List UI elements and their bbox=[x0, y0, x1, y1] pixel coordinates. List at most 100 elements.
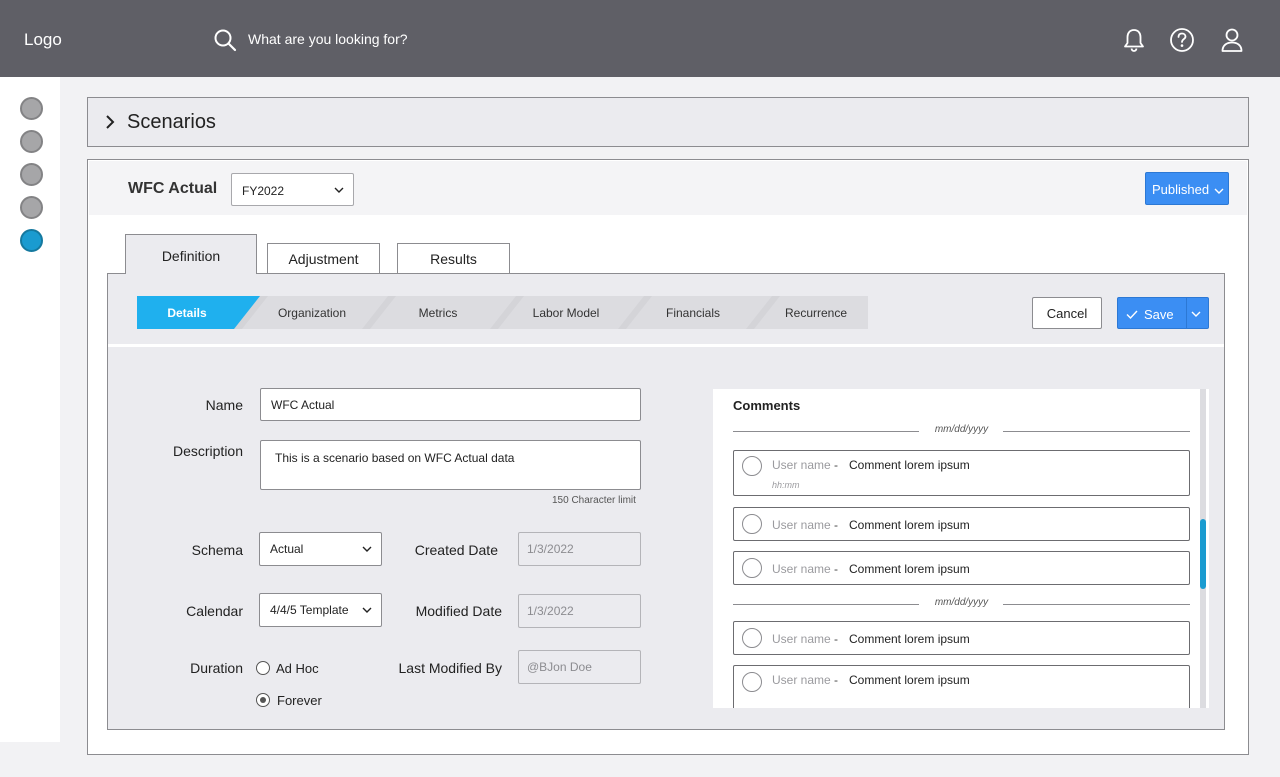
comment-dash: - bbox=[834, 562, 838, 576]
tab-results[interactable]: Results bbox=[397, 243, 510, 274]
created-date-label: Created Date bbox=[414, 542, 498, 558]
radio-forever-label: Forever bbox=[277, 693, 322, 708]
name-label: Name bbox=[205, 397, 243, 413]
comment-user: User name bbox=[772, 518, 831, 532]
step-financials[interactable]: Financials bbox=[633, 306, 753, 320]
sidebar bbox=[0, 77, 60, 742]
sidebar-nav-item-2[interactable] bbox=[20, 130, 43, 153]
comment-item[interactable]: User name - Comment lorem ipsum bbox=[733, 507, 1190, 541]
comment-text: Comment lorem ipsum bbox=[849, 562, 970, 576]
modified-date-field: 1/3/2022 bbox=[518, 594, 641, 628]
comments-panel: Comments mm/dd/yyyy User name - Comment … bbox=[713, 389, 1209, 708]
year-select[interactable]: FY2022 bbox=[231, 173, 354, 206]
comment-dash: - bbox=[834, 632, 838, 646]
chevron-right-icon bbox=[106, 115, 115, 129]
step-organization[interactable]: Organization bbox=[252, 306, 372, 320]
tab-definition[interactable]: Definition bbox=[125, 234, 257, 274]
avatar bbox=[742, 456, 762, 476]
radio-ad-hoc[interactable] bbox=[256, 661, 270, 675]
logo[interactable]: Logo bbox=[24, 30, 62, 50]
scenarios-accordion[interactable]: Scenarios bbox=[87, 97, 1249, 147]
comment-time: hh:mm bbox=[772, 480, 800, 490]
avatar bbox=[742, 672, 762, 692]
description-value: This is a scenario based on WFC Actual d… bbox=[275, 451, 515, 465]
save-divider bbox=[1186, 298, 1187, 328]
comment-user: User name bbox=[772, 562, 831, 576]
comment-user: User name bbox=[772, 673, 831, 687]
schema-select[interactable]: Actual bbox=[259, 532, 382, 566]
schema-value: Actual bbox=[270, 542, 304, 556]
step-labor-model[interactable]: Labor Model bbox=[506, 306, 626, 320]
comments-title: Comments bbox=[733, 398, 801, 413]
calendar-label: Calendar bbox=[186, 603, 243, 619]
save-button[interactable]: Save bbox=[1117, 297, 1209, 329]
name-value: WFC Actual bbox=[271, 398, 335, 412]
scenario-panel: WFC Actual FY2022 Published Definition A… bbox=[87, 159, 1249, 755]
chevron-down-icon[interactable] bbox=[1191, 311, 1201, 318]
comment-item[interactable]: User name - Comment lorem ipsum bbox=[733, 621, 1190, 655]
save-label: Save bbox=[1144, 307, 1174, 322]
sidebar-nav-item-5[interactable] bbox=[20, 229, 43, 252]
chevron-down-icon bbox=[334, 187, 344, 193]
name-input[interactable]: WFC Actual bbox=[260, 388, 641, 421]
bell-icon[interactable] bbox=[1121, 26, 1147, 54]
divider bbox=[108, 344, 1224, 347]
comment-user: User name bbox=[772, 458, 831, 472]
description-label: Description bbox=[172, 443, 243, 459]
step-details[interactable]: Details bbox=[137, 306, 237, 320]
comment-item[interactable]: User name - Comment lorem ipsum bbox=[733, 665, 1190, 708]
check-icon bbox=[1126, 310, 1138, 319]
top-bar: Logo What are you looking for? bbox=[0, 0, 1280, 77]
calendar-value: 4/4/5 Template bbox=[270, 603, 349, 617]
calendar-select[interactable]: 4/4/5 Template bbox=[259, 593, 382, 627]
search-icon[interactable] bbox=[213, 28, 237, 52]
comment-text: Comment lorem ipsum bbox=[849, 458, 970, 472]
avatar bbox=[742, 514, 762, 534]
comment-dash: - bbox=[834, 673, 838, 687]
comment-item[interactable]: User name - Comment lorem ipsum bbox=[733, 551, 1190, 585]
step-metrics[interactable]: Metrics bbox=[378, 306, 498, 320]
help-icon[interactable] bbox=[1169, 26, 1195, 54]
comment-text: Comment lorem ipsum bbox=[849, 632, 970, 646]
tab-adjustment[interactable]: Adjustment bbox=[267, 243, 380, 274]
modified-date-label: Modified Date bbox=[415, 603, 502, 619]
comment-text: Comment lorem ipsum bbox=[849, 673, 970, 687]
comments-scrollbar-thumb[interactable] bbox=[1200, 519, 1206, 589]
status-label: Published bbox=[1152, 182, 1210, 197]
char-limit: 150 Character limit bbox=[552, 495, 636, 506]
duration-label: Duration bbox=[190, 660, 243, 676]
avatar bbox=[742, 628, 762, 648]
sidebar-nav-item-4[interactable] bbox=[20, 196, 43, 219]
status-dropdown[interactable]: Published bbox=[1145, 172, 1229, 205]
description-textarea[interactable]: This is a scenario based on WFC Actual d… bbox=[260, 440, 641, 490]
chevron-down-icon bbox=[1214, 188, 1224, 194]
step-recurrence[interactable]: Recurrence bbox=[756, 306, 876, 320]
cancel-button[interactable]: Cancel bbox=[1032, 297, 1102, 329]
year-select-value: FY2022 bbox=[242, 184, 285, 198]
comment-dash: - bbox=[834, 518, 838, 532]
sidebar-nav-item-1[interactable] bbox=[20, 97, 43, 120]
comment-text: Comment lorem ipsum bbox=[849, 518, 970, 532]
radio-forever[interactable] bbox=[256, 693, 270, 707]
panel-header: WFC Actual FY2022 Published bbox=[89, 161, 1247, 215]
comment-item[interactable]: User name - Comment lorem ipsum hh:mm bbox=[733, 450, 1190, 496]
page-title: WFC Actual bbox=[128, 180, 218, 197]
last-modified-by-field: @BJon Doe bbox=[518, 650, 641, 684]
comment-user: User name bbox=[772, 632, 831, 646]
user-icon[interactable] bbox=[1219, 26, 1245, 54]
radio-ad-hoc-label: Ad Hoc bbox=[276, 661, 319, 676]
definition-tab-content: Details Organization Metrics Labor Model… bbox=[107, 273, 1225, 730]
search-input[interactable]: What are you looking for? bbox=[248, 31, 408, 47]
modified-date-value: 1/3/2022 bbox=[527, 604, 574, 618]
created-date-value: 1/3/2022 bbox=[527, 542, 574, 556]
sidebar-nav-item-3[interactable] bbox=[20, 163, 43, 186]
date-label: mm/dd/yyyy bbox=[934, 424, 989, 435]
scenarios-title: Scenarios bbox=[127, 111, 216, 133]
last-modified-by-value: @BJon Doe bbox=[527, 660, 592, 674]
avatar bbox=[742, 558, 762, 578]
created-date-field: 1/3/2022 bbox=[518, 532, 641, 566]
date-label: mm/dd/yyyy bbox=[934, 597, 989, 608]
comment-dash: - bbox=[834, 458, 838, 472]
last-modified-by-label: Last Modified By bbox=[398, 660, 503, 676]
schema-label: Schema bbox=[191, 542, 243, 558]
